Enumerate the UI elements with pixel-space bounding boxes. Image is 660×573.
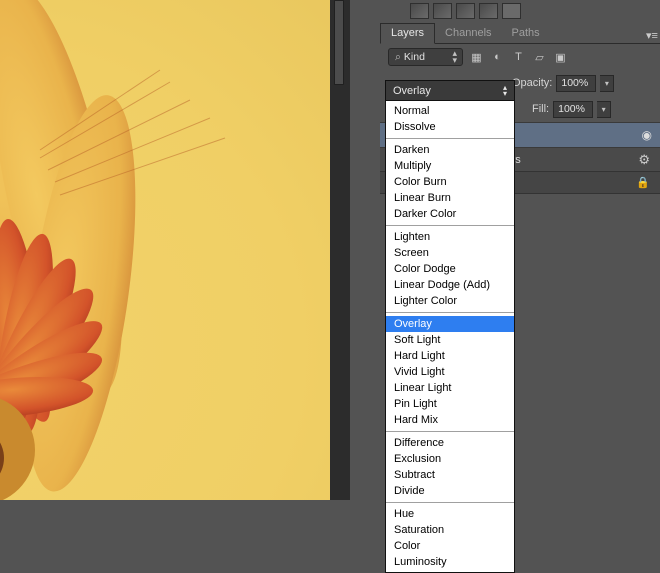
blend-mode-list: NormalDissolveDarkenMultiplyColor BurnLi… bbox=[386, 101, 514, 572]
blend-mode-selected-label: Overlay bbox=[393, 85, 431, 97]
opacity-caret[interactable]: ▾ bbox=[600, 75, 614, 92]
opacity-label: Opacity: bbox=[512, 77, 552, 89]
blend-mode-option[interactable]: Vivid Light bbox=[386, 364, 514, 380]
blend-mode-option[interactable]: Color Dodge bbox=[386, 261, 514, 277]
filter-shape-icon[interactable]: ▱ bbox=[532, 50, 547, 65]
filter-smart-icon[interactable]: ▣ bbox=[553, 50, 568, 65]
document-canvas[interactable] bbox=[0, 0, 330, 500]
blend-mode-option[interactable]: Lighter Color bbox=[386, 293, 514, 309]
lock-icon[interactable]: 🔒 bbox=[636, 176, 650, 189]
filter-options-icon[interactable]: ⚙ bbox=[638, 152, 650, 168]
preset-icon[interactable] bbox=[479, 3, 498, 19]
flower-image bbox=[0, 0, 330, 500]
blend-mode-dropdown[interactable]: Overlay ▴▾ NormalDissolveDarkenMultiplyC… bbox=[385, 80, 515, 573]
panel-tabs: Layers Channels Paths ▾≡ bbox=[380, 22, 660, 44]
blend-mode-option[interactable]: Luminosity bbox=[386, 554, 514, 570]
blend-mode-option[interactable]: Multiply bbox=[386, 158, 514, 174]
layer-filter-row: ⌕ Kind ▴▾ ▦ ◐ T ▱ ▣ bbox=[380, 44, 660, 70]
blend-mode-selected[interactable]: Overlay ▴▾ bbox=[386, 81, 514, 101]
preset-icon[interactable] bbox=[433, 3, 452, 19]
blend-mode-option[interactable]: Linear Burn bbox=[386, 190, 514, 206]
panel-menu-icon[interactable]: ▾≡ bbox=[644, 27, 660, 43]
blend-mode-option[interactable]: Dissolve bbox=[386, 119, 514, 135]
blend-mode-option[interactable]: Normal bbox=[386, 103, 514, 119]
opacity-value[interactable]: 100% bbox=[556, 75, 596, 92]
blend-mode-option[interactable]: Darken bbox=[386, 142, 514, 158]
filter-kind-label: Kind bbox=[404, 51, 425, 63]
blend-mode-option[interactable]: Soft Light bbox=[386, 332, 514, 348]
tab-layers[interactable]: Layers bbox=[380, 23, 435, 44]
blend-mode-option[interactable]: Screen bbox=[386, 245, 514, 261]
preset-icon[interactable] bbox=[456, 3, 475, 19]
blend-mode-option[interactable]: Saturation bbox=[386, 522, 514, 538]
fill-caret[interactable]: ▾ bbox=[597, 101, 611, 118]
blend-mode-option[interactable]: Exclusion bbox=[386, 451, 514, 467]
blend-mode-option[interactable]: Hard Mix bbox=[386, 412, 514, 428]
dropdown-separator bbox=[386, 138, 514, 139]
blend-mode-option[interactable]: Hard Light bbox=[386, 348, 514, 364]
filter-kind-dropdown[interactable]: ⌕ Kind ▴▾ bbox=[388, 48, 463, 66]
dropdown-separator bbox=[386, 502, 514, 503]
blend-mode-option[interactable]: Subtract bbox=[386, 467, 514, 483]
blend-mode-option[interactable]: Lighten bbox=[386, 229, 514, 245]
visibility-eye-icon[interactable]: ◉ bbox=[642, 128, 652, 142]
blend-mode-option[interactable]: Overlay bbox=[386, 316, 514, 332]
blend-mode-option[interactable]: Darker Color bbox=[386, 206, 514, 222]
dropdown-separator bbox=[386, 225, 514, 226]
blend-mode-option[interactable]: Difference bbox=[386, 435, 514, 451]
blend-mode-option[interactable]: Hue bbox=[386, 506, 514, 522]
preset-icon[interactable] bbox=[410, 3, 429, 19]
fill-value[interactable]: 100% bbox=[553, 101, 593, 118]
blend-mode-option[interactable]: Color bbox=[386, 538, 514, 554]
options-icon-row bbox=[380, 0, 660, 22]
filter-type-icon[interactable]: T bbox=[511, 50, 526, 65]
tab-paths[interactable]: Paths bbox=[502, 24, 550, 43]
scrollbar-thumb[interactable] bbox=[334, 0, 344, 85]
dropdown-separator bbox=[386, 312, 514, 313]
tab-channels[interactable]: Channels bbox=[435, 24, 501, 43]
filter-pixel-icon[interactable]: ▦ bbox=[469, 50, 484, 65]
fill-label: Fill: bbox=[532, 103, 549, 115]
dropdown-separator bbox=[386, 431, 514, 432]
blend-mode-option[interactable]: Linear Light bbox=[386, 380, 514, 396]
preset-icon[interactable] bbox=[502, 3, 521, 19]
filter-adjust-icon[interactable]: ◐ bbox=[490, 50, 505, 65]
blend-mode-option[interactable]: Color Burn bbox=[386, 174, 514, 190]
blend-mode-option[interactable]: Pin Light bbox=[386, 396, 514, 412]
blend-mode-option[interactable]: Divide bbox=[386, 483, 514, 499]
blend-mode-option[interactable]: Linear Dodge (Add) bbox=[386, 277, 514, 293]
